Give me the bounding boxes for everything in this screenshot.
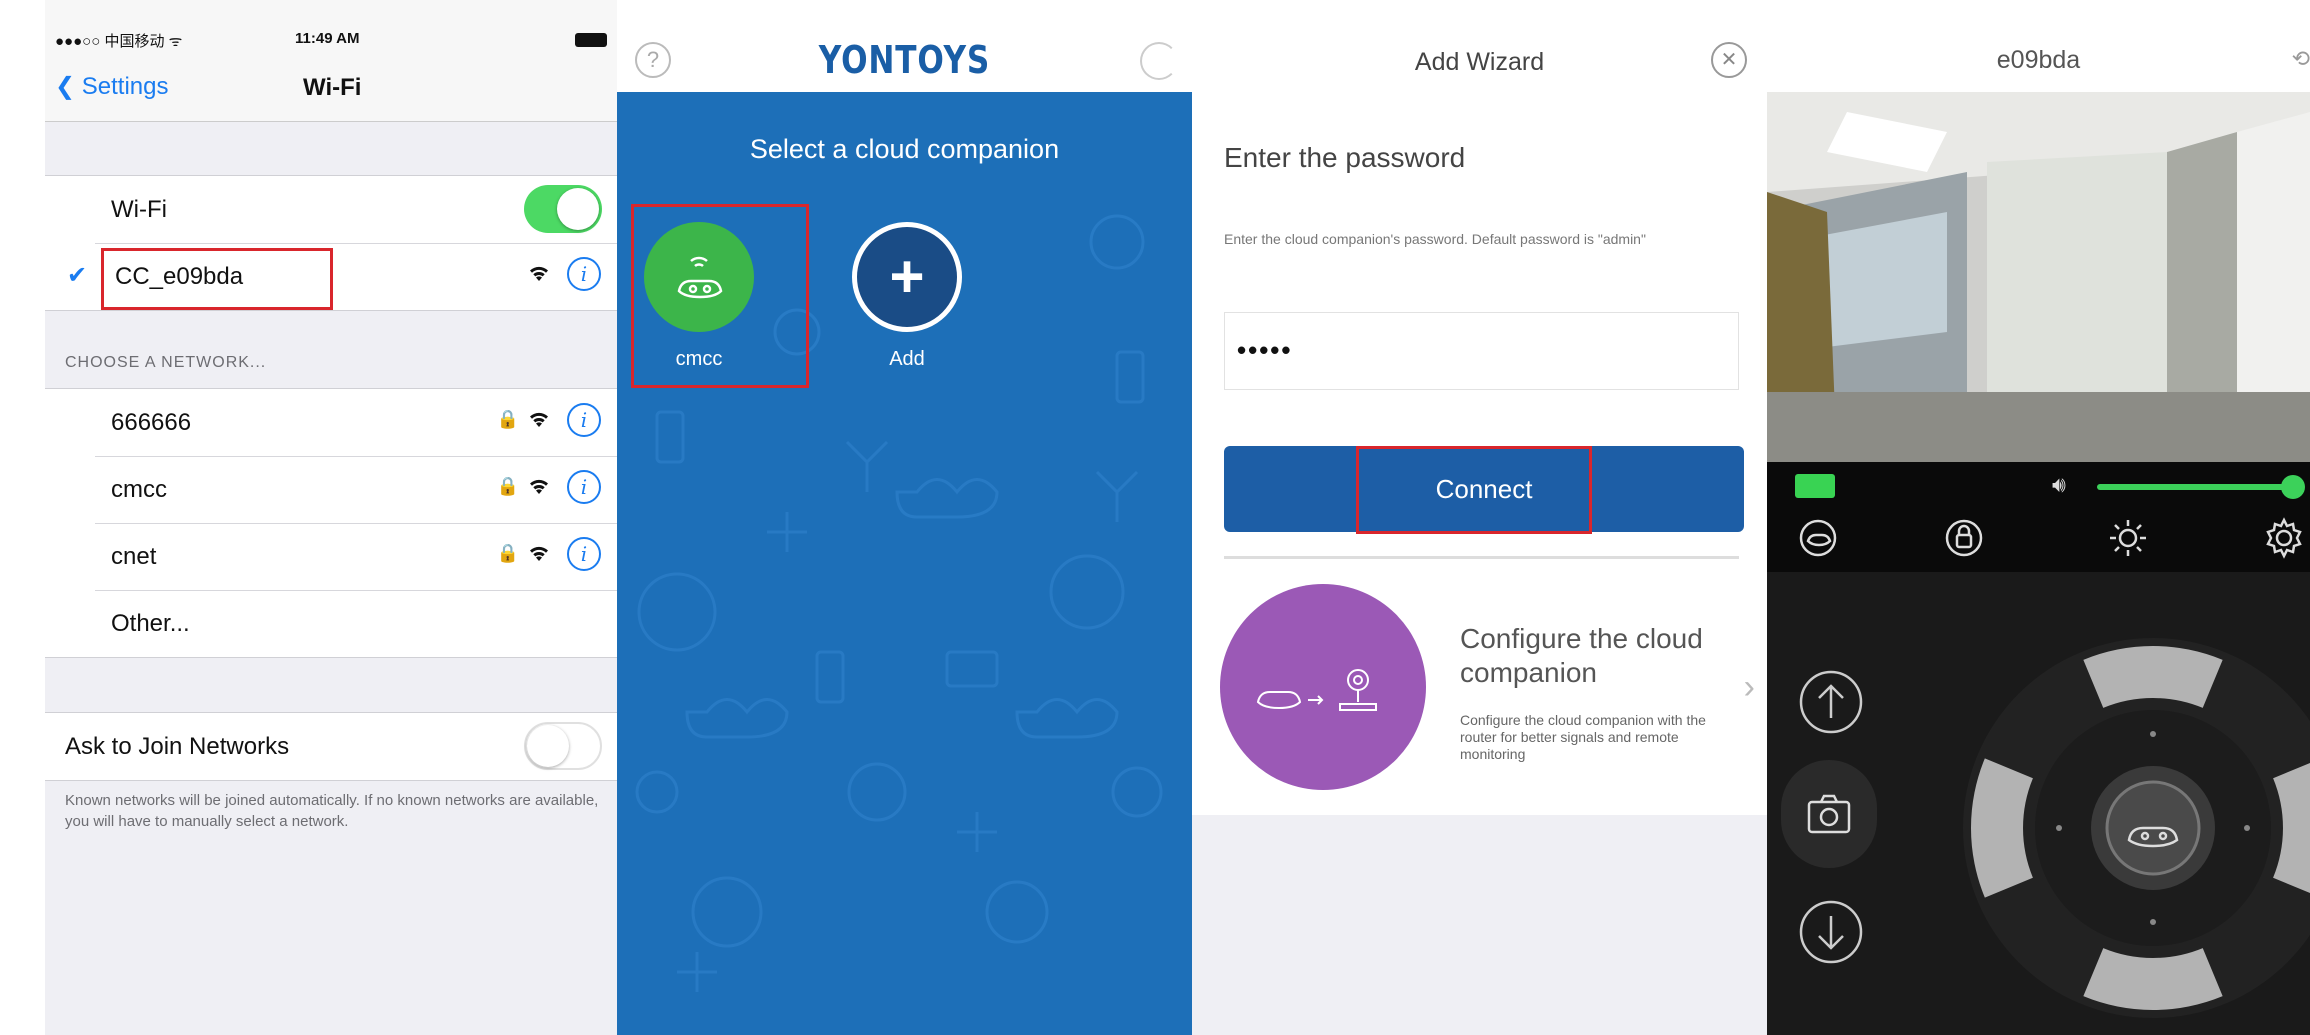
ask-to-join-row: Ask to Join Networks <box>45 713 617 780</box>
wifi-toggle-label: Wi-Fi <box>111 196 167 223</box>
add-wizard-screen: Add Wizard ✕ Enter the password Enter th… <box>1192 0 1767 1035</box>
ask-to-join-label: Ask to Join Networks <box>65 733 290 760</box>
refresh-icon[interactable] <box>1140 42 1178 80</box>
device-title: e09bda <box>1996 46 2081 74</box>
back-label: Settings <box>81 73 169 100</box>
volume-thumb[interactable] <box>2281 475 2305 499</box>
device-label: Add <box>889 348 925 370</box>
help-icon[interactable]: ? <box>635 42 671 78</box>
camera-header: e09bda ⟲ <box>1767 0 2310 92</box>
section-header: CHOOSE A NETWORK... <box>65 354 267 371</box>
other-network-row[interactable]: Other... <box>45 590 617 657</box>
lock-icon: 🔒 <box>496 476 519 496</box>
configure-title[interactable]: Configure the cloud companion <box>1460 622 1730 690</box>
network-info-button[interactable]: i <box>567 403 601 437</box>
battery-icon <box>1795 474 1835 498</box>
configure-description: Configure the cloud companion with the r… <box>1460 712 1706 762</box>
network-name: cmcc <box>111 476 167 503</box>
camera-icon <box>1807 794 1851 834</box>
app-header: ? YONTOYS <box>617 0 1192 92</box>
network-row[interactable]: cnet 🔒 i <box>45 523 617 590</box>
password-heading: Enter the password <box>1224 142 1466 173</box>
network-row[interactable]: 666666 🔒 i <box>45 389 617 456</box>
network-info-button[interactable]: i <box>567 470 601 504</box>
chevron-left-icon: ❮ <box>55 73 76 100</box>
toggle-knob <box>557 188 599 230</box>
settings-gear-icon[interactable] <box>2261 515 2307 561</box>
highlight-box <box>631 204 809 388</box>
chevron-right-icon[interactable]: › <box>1744 668 1755 707</box>
wifi-signal-icon <box>530 546 548 561</box>
router-pairing-icon <box>1220 584 1426 790</box>
wifi-signal-icon <box>530 266 548 281</box>
rotate-robot-icon[interactable] <box>1795 515 1841 561</box>
password-field[interactable]: ••••• <box>1224 312 1739 390</box>
checkmark-icon: ✔ <box>67 262 88 289</box>
status-carrier: ●●●○○ 中国移动 ᯤ <box>55 33 183 50</box>
tilt-down-button[interactable] <box>1797 898 1865 966</box>
network-list: 666666 🔒 i cmcc 🔒 i cnet 🔒 i Other... <box>45 388 617 658</box>
camera-control-screen: e09bda ⟲ 🔊︎ <box>1767 0 2310 1035</box>
password-description: Enter the cloud companion's password. De… <box>1224 231 1646 247</box>
close-icon[interactable]: ✕ <box>1711 42 1747 78</box>
page-subtitle: Select a cloud companion <box>749 134 1060 164</box>
highlight-box <box>1356 446 1592 534</box>
toggle-knob <box>527 725 569 767</box>
control-bar <box>1767 462 2310 572</box>
direction-joystick[interactable] <box>1953 628 2310 1028</box>
wifi-toggle[interactable] <box>524 185 602 233</box>
wifi-signal-icon <box>530 412 548 427</box>
lock-icon: 🔒 <box>496 409 519 429</box>
highlight-box <box>101 248 333 310</box>
wifi-navbar: ●●●○○ 中国移动 ᯤ 11:49 AM ❮ Settings Wi-Fi <box>45 0 617 122</box>
network-row[interactable]: cmcc 🔒 i <box>45 456 617 523</box>
wizard-body: Add Wizard ✕ Enter the password Enter th… <box>1192 0 1767 815</box>
add-device-button[interactable]: + Add <box>845 222 969 371</box>
wifi-settings-screen: ●●●○○ 中国移动 ᯤ 11:49 AM ❮ Settings Wi-Fi W… <box>45 0 617 1035</box>
companion-select-screen: ? YONTOYS Select a cloud companion cmcc … <box>617 0 1192 1035</box>
wifi-toggle-row: Wi-Fi <box>45 176 617 243</box>
snapshot-button[interactable] <box>1781 760 1877 868</box>
page-title: Wi-Fi <box>303 74 362 101</box>
network-name: 666666 <box>111 409 192 436</box>
lock-icon: 🔒 <box>496 543 519 563</box>
volume-slider[interactable] <box>2097 475 2305 499</box>
wifi-signal-icon <box>530 479 548 494</box>
network-info-button[interactable]: i <box>567 257 601 291</box>
brand-logo: YONTOYS <box>818 38 991 82</box>
lock-robot-icon[interactable] <box>1941 515 1987 561</box>
status-time: 11:49 AM <box>295 30 360 47</box>
battery-icon <box>575 33 607 47</box>
share-icon[interactable]: ⟲ <box>2292 46 2310 72</box>
brightness-icon[interactable] <box>2105 515 2151 561</box>
network-name: cnet <box>111 543 157 570</box>
plus-icon: + <box>852 222 962 332</box>
divider <box>1224 556 1739 559</box>
ask-to-join-toggle[interactable] <box>524 722 602 770</box>
network-name: Other... <box>111 610 190 637</box>
back-button[interactable]: ❮ Settings <box>55 72 169 101</box>
tilt-up-button[interactable] <box>1797 668 1865 736</box>
live-video-feed <box>1767 92 2310 462</box>
network-info-button[interactable]: i <box>567 537 601 571</box>
ask-to-join-footnote: Known networks will be joined automatica… <box>65 792 599 830</box>
wizard-title: Add Wizard <box>1414 48 1545 76</box>
ask-to-join-group: Ask to Join Networks <box>45 712 617 781</box>
speaker-icon: 🔊︎ <box>2052 472 2066 497</box>
